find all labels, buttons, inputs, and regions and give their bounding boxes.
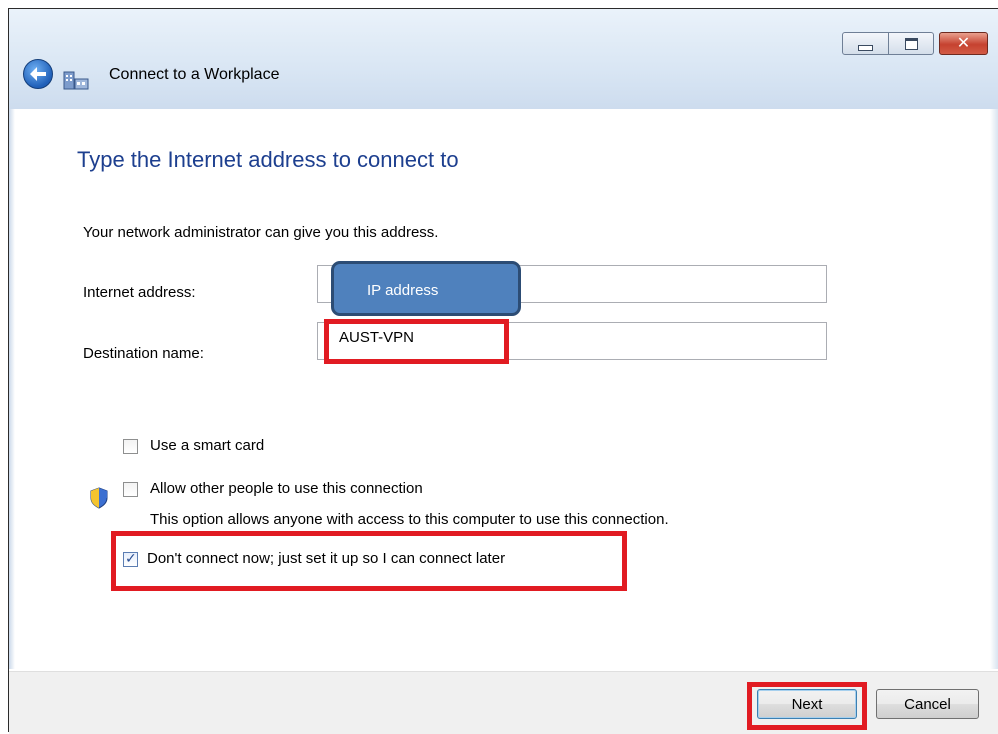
minimize-icon: [858, 44, 873, 51]
destination-name-value: AUST-VPN: [339, 329, 415, 346]
page-heading: Type the Internet address to connect to: [77, 147, 459, 172]
cancel-button[interactable]: Cancel: [876, 689, 979, 719]
workplace-network-icon: [63, 71, 89, 90]
maximize-icon: [904, 37, 918, 50]
checkmark-icon: ✓: [125, 550, 137, 566]
uac-shield-icon: [90, 487, 108, 509]
allow-others-label: Allow other people to use this connectio…: [150, 480, 423, 497]
dont-connect-label: Don't connect now; just set it up so I c…: [147, 550, 506, 567]
close-button[interactable]: ✕: [939, 32, 988, 55]
minimize-button[interactable]: [842, 32, 889, 55]
destination-name-label: Destination name:: [83, 345, 204, 362]
back-arrow-icon: [30, 67, 46, 81]
connect-to-workplace-window: ✕ Connect to a Workplace Type the Intern…: [8, 8, 998, 734]
internet-address-label: Internet address:: [83, 284, 196, 301]
maximize-button[interactable]: [888, 32, 934, 55]
left-edge: [9, 109, 15, 669]
allow-others-checkbox[interactable]: [123, 482, 138, 497]
instruction-text: Your network administrator can give you …: [83, 224, 439, 241]
close-icon: ✕: [956, 34, 971, 52]
next-button[interactable]: Next: [757, 689, 857, 719]
window-title: Connect to a Workplace: [109, 66, 280, 83]
title-bar: ✕ Connect to a Workplace: [9, 9, 998, 109]
dont-connect-checkbox[interactable]: ✓: [123, 550, 138, 567]
right-edge: [990, 109, 998, 669]
smart-card-label: Use a smart card: [150, 437, 265, 454]
button-bar: Next Cancel: [9, 671, 998, 734]
back-button[interactable]: [23, 59, 53, 89]
ip-address-callout: IP address: [331, 261, 521, 316]
allow-others-description: This option allows anyone with access to…: [150, 511, 669, 528]
smart-card-checkbox[interactable]: [123, 439, 138, 454]
